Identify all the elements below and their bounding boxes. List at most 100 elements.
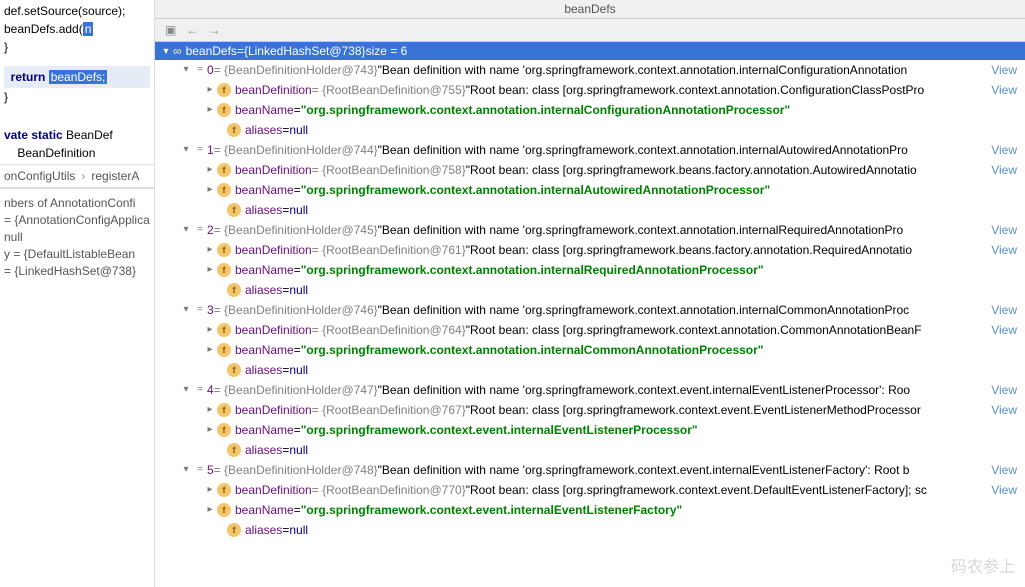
view-link[interactable]: View <box>991 401 1025 419</box>
breadcrumb[interactable]: onConfigUtils › registerA <box>0 164 154 188</box>
entry-desc: "Bean definition with name 'org.springfr… <box>378 141 908 159</box>
tree-root[interactable]: ▾ ∞ beanDefs = {LinkedHashSet@738} size … <box>155 42 1025 60</box>
view-link[interactable]: View <box>991 301 1025 319</box>
tree-field[interactable]: ▸ f beanName = "org.springframework.cont… <box>155 100 1025 120</box>
field-icon: f <box>217 423 231 437</box>
view-link[interactable]: View <box>991 221 1025 239</box>
toggle-icon[interactable]: ▸ <box>203 481 217 499</box>
field-name: beanName <box>235 421 294 439</box>
toggle-icon[interactable]: ▸ <box>203 161 217 179</box>
tree-field[interactable]: ▸ f beanDefinition = {RootBeanDefinition… <box>155 80 1025 100</box>
frame-item[interactable]: y = {DefaultListableBean <box>4 246 150 263</box>
debugger-panel: beanDefs ▣ ← → ▾ ∞ beanDefs = {LinkedHas… <box>155 0 1025 587</box>
tree-entry[interactable]: ▾ = 3 = {BeanDefinitionHolder@746} "Bean… <box>155 300 1025 320</box>
variables-tree[interactable]: ▾ ∞ beanDefs = {LinkedHashSet@738} size … <box>155 42 1025 587</box>
toggle-icon[interactable]: ▸ <box>203 401 217 419</box>
view-link[interactable]: View <box>991 161 1025 179</box>
equals-icon: = <box>193 461 207 479</box>
toggle-icon[interactable]: ▸ <box>203 261 217 279</box>
debugger-toolbar: ▣ ← → <box>155 19 1025 42</box>
tree-field[interactable]: f aliases = null <box>155 120 1025 140</box>
tree-field[interactable]: f aliases = null <box>155 520 1025 540</box>
frame-item[interactable]: = {AnnotationConfigApplica <box>4 212 150 229</box>
breadcrumb-item[interactable]: registerA <box>91 169 139 183</box>
tree-entry[interactable]: ▾ = 0 = {BeanDefinitionHolder@743} "Bean… <box>155 60 1025 80</box>
tree-field[interactable]: f aliases = null <box>155 280 1025 300</box>
field-name: beanDefinition <box>235 81 312 99</box>
view-link[interactable]: View <box>991 461 1025 479</box>
tree-field[interactable]: ▸ f beanName = "org.springframework.cont… <box>155 180 1025 200</box>
field-icon: f <box>217 503 231 517</box>
toggle-icon[interactable]: ▸ <box>203 101 217 119</box>
aliases-value: null <box>289 281 308 299</box>
entry-index: 1 <box>207 141 214 159</box>
back-icon[interactable]: ← <box>186 23 198 37</box>
toggle-icon[interactable]: ▾ <box>179 381 193 399</box>
code-line: vate static BeanDef <box>4 126 150 144</box>
chevron-right-icon: › <box>81 169 85 183</box>
field-name: aliases <box>245 121 282 139</box>
toggle-icon[interactable]: ▸ <box>203 181 217 199</box>
view-link[interactable]: View <box>991 81 1025 99</box>
toggle-icon[interactable]: ▸ <box>203 241 217 259</box>
tree-field[interactable]: f aliases = null <box>155 440 1025 460</box>
field-icon: f <box>227 203 241 217</box>
toggle-icon[interactable]: ▾ <box>159 46 173 57</box>
view-link[interactable]: View <box>991 61 1025 79</box>
breadcrumb-item[interactable]: onConfigUtils <box>4 169 75 183</box>
field-icon: f <box>217 103 231 117</box>
collapse-icon[interactable]: ▣ <box>165 23 176 37</box>
tree-field[interactable]: f aliases = null <box>155 200 1025 220</box>
tree-field[interactable]: ▸ f beanName = "org.springframework.cont… <box>155 340 1025 360</box>
view-link[interactable]: View <box>991 481 1025 499</box>
field-name: beanName <box>235 181 294 199</box>
field-name: beanDefinition <box>235 481 312 499</box>
toggle-icon[interactable]: ▸ <box>203 501 217 519</box>
view-link[interactable]: View <box>991 141 1025 159</box>
view-link[interactable]: View <box>991 321 1025 339</box>
bean-name-value: "org.springframework.context.event.inter… <box>301 501 682 519</box>
toggle-icon[interactable]: ▾ <box>179 141 193 159</box>
tree-field[interactable]: f aliases = null <box>155 360 1025 380</box>
bean-name-value: "org.springframework.context.annotation.… <box>301 101 790 119</box>
tree-field[interactable]: ▸ f beanDefinition = {RootBeanDefinition… <box>155 400 1025 420</box>
field-name: aliases <box>245 361 282 379</box>
toggle-icon[interactable]: ▾ <box>179 461 193 479</box>
tree-field[interactable]: ▸ f beanName = "org.springframework.cont… <box>155 420 1025 440</box>
code-area: def.setSource(source); beanDefs.add(n } … <box>0 0 154 164</box>
field-value: "Root bean: class [org.springframework.c… <box>466 481 927 499</box>
frame-item[interactable]: = {LinkedHashSet@738} <box>4 263 150 280</box>
toggle-icon[interactable]: ▾ <box>179 301 193 319</box>
tree-entry[interactable]: ▾ = 5 = {BeanDefinitionHolder@748} "Bean… <box>155 460 1025 480</box>
field-icon: f <box>217 403 231 417</box>
debugger-title: beanDefs <box>155 0 1025 19</box>
tree-field[interactable]: ▸ f beanDefinition = {RootBeanDefinition… <box>155 160 1025 180</box>
field-name: beanDefinition <box>235 401 312 419</box>
frame-item[interactable]: null <box>4 229 150 246</box>
view-link[interactable]: View <box>991 241 1025 259</box>
field-name: aliases <box>245 201 282 219</box>
toggle-icon[interactable]: ▸ <box>203 321 217 339</box>
toggle-icon[interactable]: ▸ <box>203 81 217 99</box>
field-name: beanName <box>235 101 294 119</box>
tree-entry[interactable]: ▾ = 2 = {BeanDefinitionHolder@745} "Bean… <box>155 220 1025 240</box>
forward-icon[interactable]: → <box>208 23 220 37</box>
tree-field[interactable]: ▸ f beanDefinition = {RootBeanDefinition… <box>155 240 1025 260</box>
toggle-icon[interactable]: ▸ <box>203 421 217 439</box>
tree-entry[interactable]: ▾ = 1 = {BeanDefinitionHolder@744} "Bean… <box>155 140 1025 160</box>
aliases-value: null <box>289 441 308 459</box>
frame-item[interactable]: nbers of AnnotationConfi <box>4 195 150 212</box>
editor-panel: def.setSource(source); beanDefs.add(n } … <box>0 0 155 587</box>
tree-field[interactable]: ▸ f beanDefinition = {RootBeanDefinition… <box>155 320 1025 340</box>
tree-field[interactable]: ▸ f beanName = "org.springframework.cont… <box>155 260 1025 280</box>
bean-name-value: "org.springframework.context.event.inter… <box>301 421 698 439</box>
tree-field[interactable]: ▸ f beanName = "org.springframework.cont… <box>155 500 1025 520</box>
toggle-icon[interactable]: ▾ <box>179 221 193 239</box>
field-icon: f <box>217 163 231 177</box>
toggle-icon[interactable]: ▾ <box>179 61 193 79</box>
tree-entry[interactable]: ▾ = 4 = {BeanDefinitionHolder@747} "Bean… <box>155 380 1025 400</box>
var-size: size = 6 <box>366 44 408 58</box>
view-link[interactable]: View <box>991 381 1025 399</box>
tree-field[interactable]: ▸ f beanDefinition = {RootBeanDefinition… <box>155 480 1025 500</box>
toggle-icon[interactable]: ▸ <box>203 341 217 359</box>
